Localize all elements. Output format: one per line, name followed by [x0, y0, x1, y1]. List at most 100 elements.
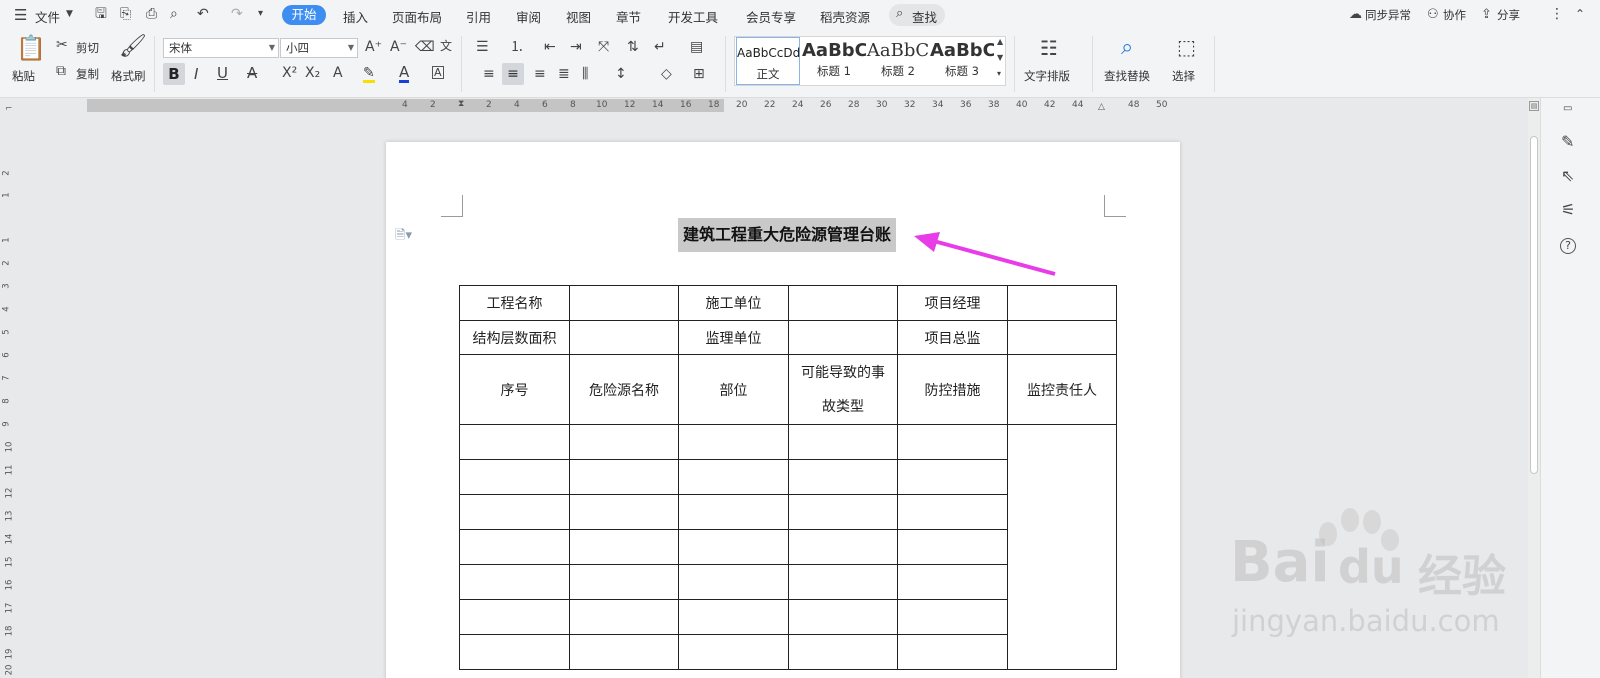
- table-cell[interactable]: [459, 424, 570, 460]
- font-name-select[interactable]: 宋体 ▼: [163, 38, 279, 58]
- clear-format-icon[interactable]: ⌫: [415, 40, 435, 54]
- tab-home[interactable]: 开始: [282, 5, 326, 25]
- align-right-icon[interactable]: ≡: [534, 67, 546, 81]
- phonetic-guide-icon[interactable]: 文: [440, 40, 452, 52]
- document-title[interactable]: 建筑工程重大危险源管理台账: [678, 218, 896, 252]
- table-cell[interactable]: [678, 634, 789, 670]
- table-cell[interactable]: [788, 599, 898, 635]
- table-cell[interactable]: [569, 564, 679, 600]
- tab-view[interactable]: 视图: [566, 7, 591, 26]
- table-cell[interactable]: [1007, 320, 1117, 355]
- table-cell[interactable]: [897, 634, 1008, 670]
- chevron-down-icon[interactable]: ▼: [66, 10, 73, 19]
- scissors-icon[interactable]: ✂: [56, 38, 68, 52]
- table-cell[interactable]: [459, 494, 570, 530]
- text-effect-icon[interactable]: A: [333, 66, 343, 80]
- font-color-icon[interactable]: A: [399, 65, 410, 83]
- borders-icon[interactable]: ⊞: [693, 67, 705, 81]
- table-cell[interactable]: [569, 459, 679, 495]
- increase-font-icon[interactable]: A⁺: [365, 40, 382, 54]
- table-cell[interactable]: [569, 285, 679, 321]
- table-cell[interactable]: [788, 320, 898, 355]
- table-cell[interactable]: [788, 634, 898, 670]
- table-header-cell[interactable]: 可能导致的事故类型: [788, 354, 898, 425]
- tab-member[interactable]: 会员专享: [746, 7, 796, 26]
- table-cell[interactable]: [678, 529, 789, 565]
- select-icon[interactable]: ⬚: [1177, 37, 1196, 57]
- table-cell[interactable]: [459, 529, 570, 565]
- table-header-cell[interactable]: 序号: [459, 354, 570, 425]
- styles-more-icon[interactable]: ▾: [997, 70, 1001, 78]
- decrease-font-icon[interactable]: A⁻: [390, 40, 407, 54]
- share-icon[interactable]: ⇪: [1481, 8, 1492, 21]
- redo-icon[interactable]: ↷: [231, 7, 243, 21]
- table-cell[interactable]: [678, 599, 789, 635]
- format-painter-button[interactable]: 格式刷: [111, 68, 146, 84]
- paste-button[interactable]: 粘贴: [12, 68, 35, 84]
- table-cell[interactable]: [459, 634, 570, 670]
- increase-indent-icon[interactable]: ⇥: [570, 40, 582, 54]
- table-cell[interactable]: [897, 494, 1008, 530]
- table-cell[interactable]: 监理单位: [678, 320, 789, 355]
- share-button[interactable]: 分享: [1497, 7, 1520, 23]
- font-size-select[interactable]: 小四 ▼: [280, 38, 358, 58]
- line-spacing-icon[interactable]: ↕: [615, 67, 627, 81]
- text-layout-button[interactable]: 文字排版: [1024, 68, 1070, 84]
- scrollbar-top-icon[interactable]: ▤: [1529, 101, 1539, 111]
- cut-button[interactable]: 剪切: [76, 40, 99, 56]
- style-heading-1[interactable]: AaBbC 标题 1: [802, 37, 866, 85]
- table-cell[interactable]: [569, 634, 679, 670]
- table-header-cell[interactable]: 监控责任人: [1007, 354, 1117, 425]
- table-cell[interactable]: [897, 459, 1008, 495]
- file-menu[interactable]: 文件: [35, 7, 60, 26]
- tab-page-layout[interactable]: 页面布局: [392, 7, 442, 26]
- table-header-cell[interactable]: 部位: [678, 354, 789, 425]
- strikethrough-icon[interactable]: A: [247, 66, 257, 81]
- horizontal-ruler[interactable]: [375, 98, 1185, 114]
- table-cell[interactable]: [897, 424, 1008, 460]
- table-cell[interactable]: [678, 564, 789, 600]
- merged-cell[interactable]: [1007, 424, 1117, 670]
- table-cell[interactable]: [678, 424, 789, 460]
- ruler-indent-marker-icon[interactable]: ⧗: [458, 99, 464, 109]
- adjust-settings-icon[interactable]: ⚟: [1561, 202, 1575, 218]
- format-painter-icon[interactable]: 🖌: [119, 36, 147, 58]
- tab-references[interactable]: 引用: [466, 7, 491, 26]
- align-left-icon[interactable]: ≡: [483, 67, 495, 81]
- table-cell[interactable]: [897, 599, 1008, 635]
- decrease-indent-icon[interactable]: ⇤: [544, 40, 556, 54]
- text-layout-icon[interactable]: ☷: [1040, 38, 1058, 58]
- select-button[interactable]: 选择: [1172, 68, 1195, 84]
- subscript-icon[interactable]: X₂: [305, 66, 320, 80]
- export-pdf-icon[interactable]: ⎘: [120, 7, 131, 21]
- table-cell[interactable]: [897, 529, 1008, 565]
- shading-icon[interactable]: ◇: [661, 67, 672, 81]
- styles-scroll-down-icon[interactable]: ▼: [997, 54, 1003, 62]
- table-cell[interactable]: [788, 564, 898, 600]
- find-replace-button[interactable]: 查找替换: [1104, 68, 1150, 84]
- undo-icon[interactable]: ↶: [197, 7, 209, 21]
- table-header-cell[interactable]: 危险源名称: [569, 354, 679, 425]
- table-cell[interactable]: [569, 599, 679, 635]
- select-cursor-icon[interactable]: ⇖: [1561, 168, 1574, 184]
- tab-review[interactable]: 审阅: [516, 7, 541, 26]
- more-options-icon[interactable]: ⋮: [1550, 7, 1564, 21]
- paragraph-layout-icon[interactable]: 🗎▾: [395, 226, 412, 248]
- numbered-list-icon[interactable]: ⒈: [510, 40, 524, 54]
- tab-chapter[interactable]: 章节: [616, 7, 641, 26]
- table-cell[interactable]: [788, 459, 898, 495]
- customize-quick-access-icon[interactable]: ▾: [258, 9, 263, 19]
- table-cell[interactable]: 结构层数面积: [459, 320, 570, 355]
- table-cell[interactable]: [788, 494, 898, 530]
- hamburger-menu-icon[interactable]: ☰: [14, 8, 27, 23]
- edit-pen-icon[interactable]: ✎: [1561, 134, 1574, 150]
- table-cell[interactable]: [897, 564, 1008, 600]
- table-cell[interactable]: [788, 424, 898, 460]
- table-cell[interactable]: [569, 494, 679, 530]
- tab-developer[interactable]: 开发工具: [668, 7, 718, 26]
- scrollbar-thumb[interactable]: [1530, 136, 1538, 474]
- collapse-ribbon-icon[interactable]: ⌃: [1575, 8, 1585, 20]
- highlight-icon[interactable]: ✎: [363, 66, 375, 83]
- bullet-list-icon[interactable]: ☰: [476, 40, 489, 54]
- collaborate-button[interactable]: 协作: [1443, 7, 1466, 23]
